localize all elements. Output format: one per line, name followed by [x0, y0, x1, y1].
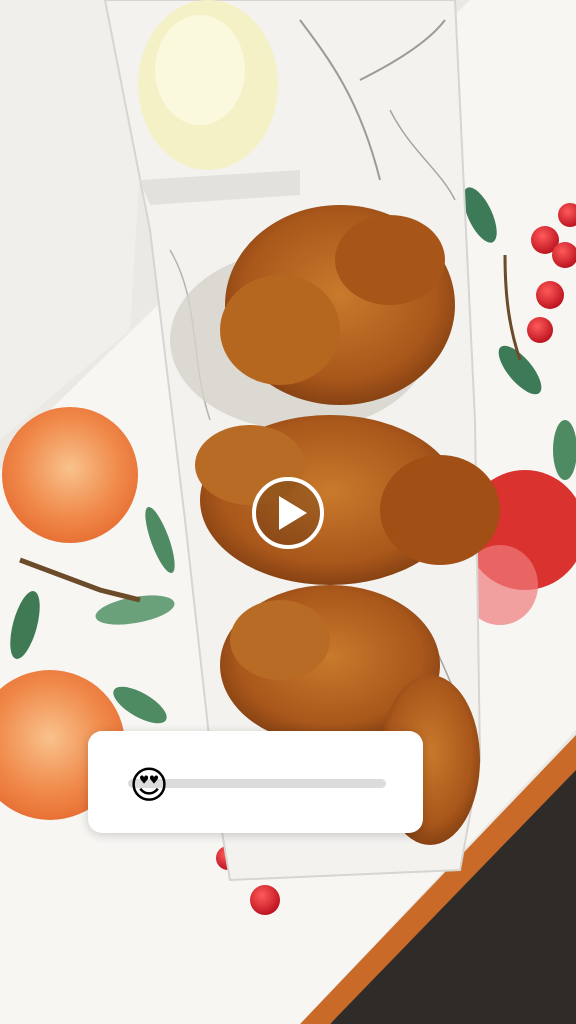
play-icon: [279, 496, 307, 530]
heart-eyes-emoji-handle[interactable]: 😍: [126, 762, 172, 808]
peach-illustration: [2, 407, 138, 543]
play-button[interactable]: [252, 477, 324, 549]
emoji-slider-sticker[interactable]: 😍: [88, 731, 423, 833]
